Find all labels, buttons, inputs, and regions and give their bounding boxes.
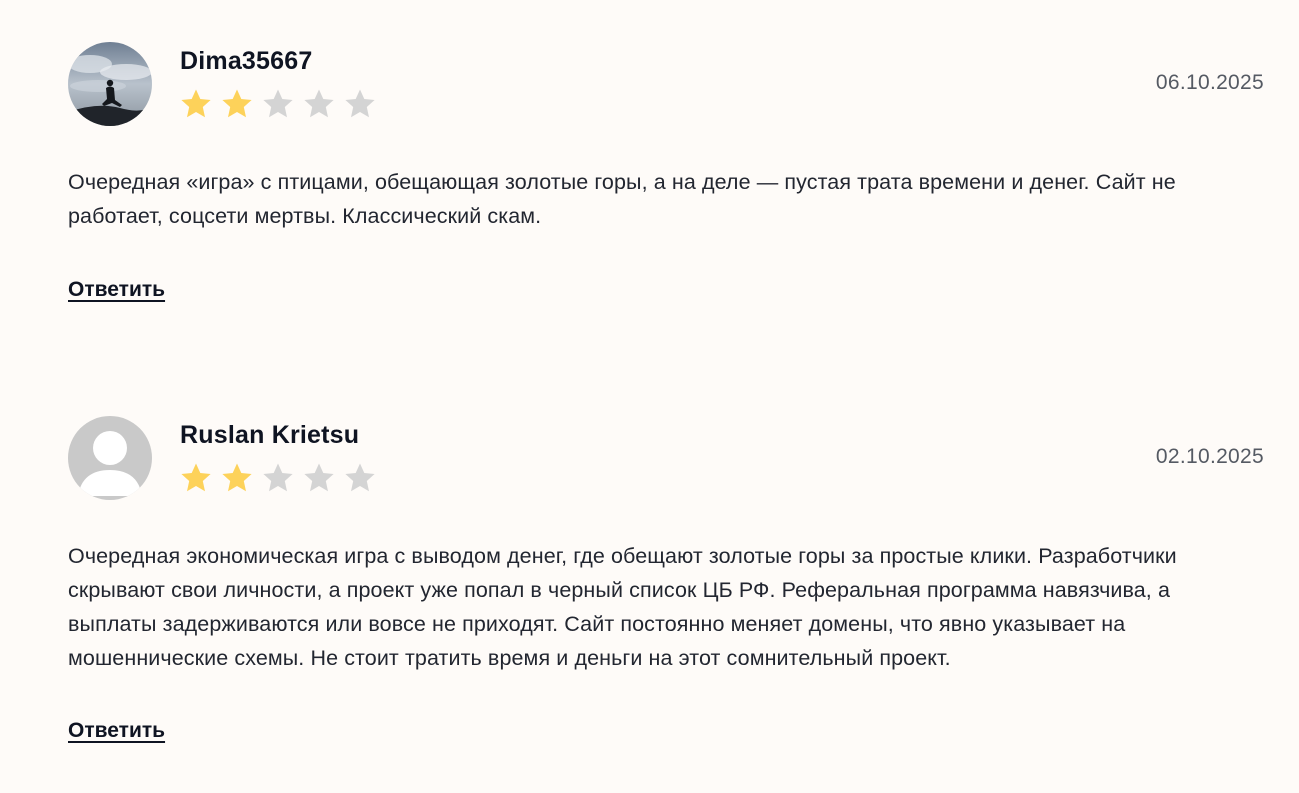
- star-filled-icon: [180, 462, 212, 493]
- reviews-list: Dima35667 06.10.2025 Очередная «игра» с …: [0, 0, 1299, 793]
- review-item: Ruslan Krietsu 02.10.2025 Очередная экон…: [68, 416, 1264, 743]
- star-filled-icon: [221, 88, 253, 119]
- star-empty-icon: [344, 462, 376, 493]
- avatar: [68, 42, 152, 126]
- review-text: Очередная «игра» с птицами, обещающая зо…: [68, 170, 1176, 228]
- author-name: Dima35667: [180, 47, 313, 75]
- star-rating: [180, 462, 376, 493]
- star-rating: [180, 88, 376, 119]
- review-date: 02.10.2025: [1155, 445, 1264, 468]
- author-name: Ruslan Krietsu: [180, 421, 360, 449]
- star-empty-icon: [262, 88, 294, 119]
- reply-link[interactable]: Ответить: [68, 278, 165, 302]
- review-header: Dima35667 06.10.2025: [68, 42, 1264, 128]
- review-item: Dima35667 06.10.2025 Очередная «игра» с …: [68, 42, 1264, 302]
- review-date: 06.10.2025: [1155, 71, 1264, 94]
- star-empty-icon: [303, 88, 335, 119]
- review-text: Очередная экономическая игра с выводом д…: [68, 544, 1177, 670]
- star-filled-icon: [180, 88, 212, 119]
- avatar: [68, 416, 152, 500]
- star-empty-icon: [262, 462, 294, 493]
- review-header: Ruslan Krietsu 02.10.2025: [68, 416, 1264, 502]
- star-empty-icon: [344, 88, 376, 119]
- reply-link[interactable]: Ответить: [68, 719, 165, 743]
- star-empty-icon: [303, 462, 335, 493]
- star-filled-icon: [221, 462, 253, 493]
